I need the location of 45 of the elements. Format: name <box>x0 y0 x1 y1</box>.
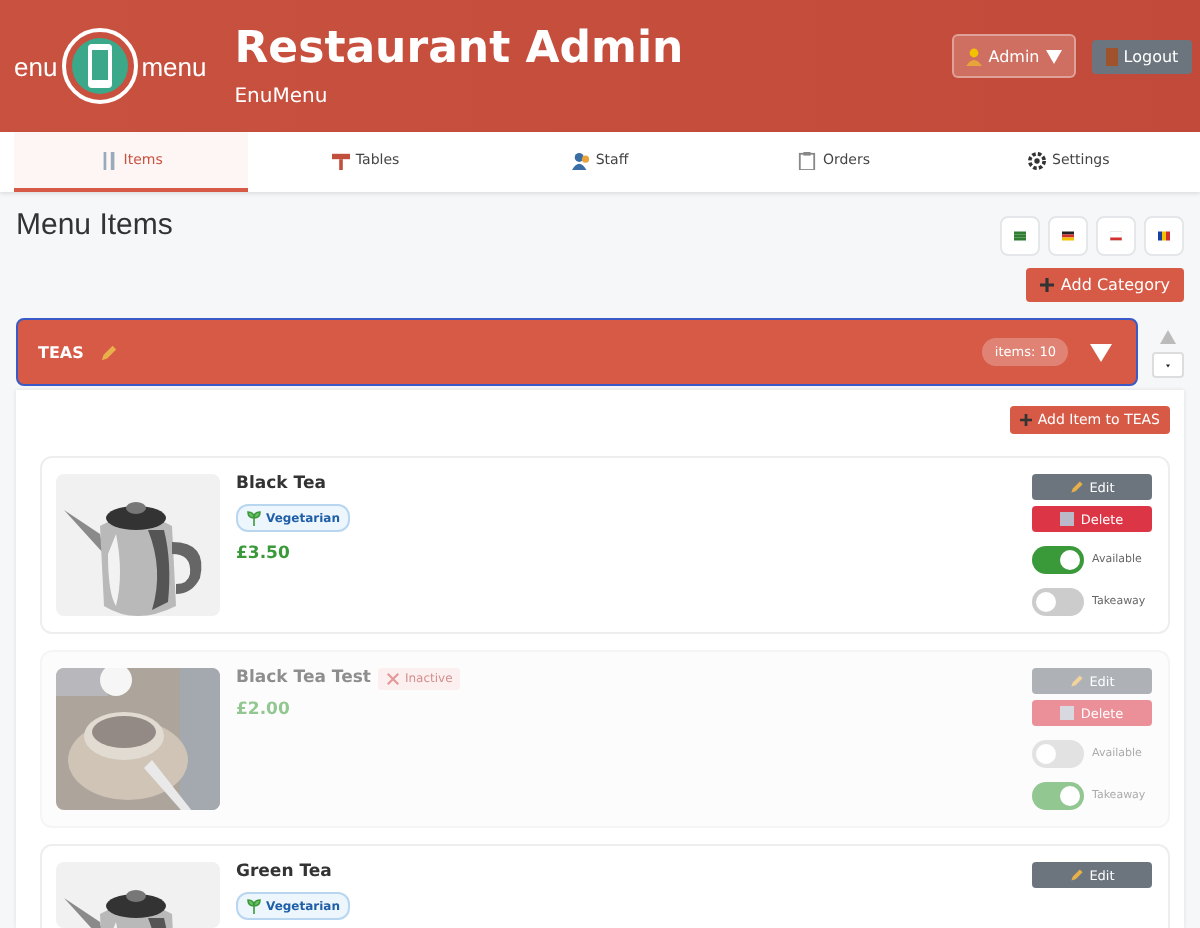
logo-text: enu <box>14 51 58 81</box>
settings-icon <box>1028 151 1047 169</box>
table-icon <box>331 151 350 169</box>
flag-icon <box>1158 228 1170 244</box>
people-icon <box>571 151 590 169</box>
toggle-switch[interactable] <box>1032 588 1084 616</box>
flag-icon <box>1110 228 1122 244</box>
plus-icon <box>1019 414 1032 426</box>
caret-icon <box>1045 49 1062 63</box>
pencil-icon[interactable] <box>99 343 118 361</box>
move-down-button[interactable] <box>1152 352 1184 378</box>
category-name: TEAS <box>38 343 84 361</box>
pencil-icon <box>1069 480 1084 494</box>
app-subtitle: EnuMenu <box>234 86 330 108</box>
clipboard-icon <box>798 151 817 169</box>
language-button[interactable] <box>1048 216 1088 256</box>
cross-icon <box>386 672 401 686</box>
item-price: £2.00 <box>236 700 292 720</box>
toggle-switch[interactable] <box>1032 740 1084 768</box>
item-name: Black Tea Test <box>236 668 371 690</box>
item-name: Green Tea <box>236 862 332 884</box>
flag-icon <box>1014 228 1026 244</box>
user-icon <box>966 47 983 65</box>
pencil-icon <box>1069 674 1084 688</box>
item-price: £3.50 <box>236 544 292 564</box>
language-button[interactable] <box>1000 216 1040 256</box>
logout-button[interactable]: Logout <box>1092 39 1192 73</box>
pencil-icon <box>1069 868 1084 882</box>
toggle-switch[interactable] <box>1032 546 1084 574</box>
language-button[interactable] <box>1144 216 1184 256</box>
item-name: Black Tea <box>236 474 326 496</box>
phone-logo-icon <box>59 26 140 106</box>
user-menu-button[interactable]: Admin <box>952 34 1076 78</box>
plus-icon <box>1040 278 1055 292</box>
language-button[interactable] <box>1096 216 1136 256</box>
sprout-icon <box>246 510 262 526</box>
collapse-caret-icon[interactable] <box>1090 342 1112 362</box>
toggle-switch[interactable] <box>1032 782 1084 810</box>
sprout-icon <box>246 898 262 914</box>
move-up-icon[interactable] <box>1156 326 1180 346</box>
flag-icon <box>1062 228 1074 244</box>
app-title: Restaurant Admin <box>234 24 686 74</box>
page-title: Menu Items <box>16 208 173 242</box>
logo-text: menu <box>141 51 207 81</box>
add-category-button[interactable]: Add Category <box>1026 268 1184 302</box>
